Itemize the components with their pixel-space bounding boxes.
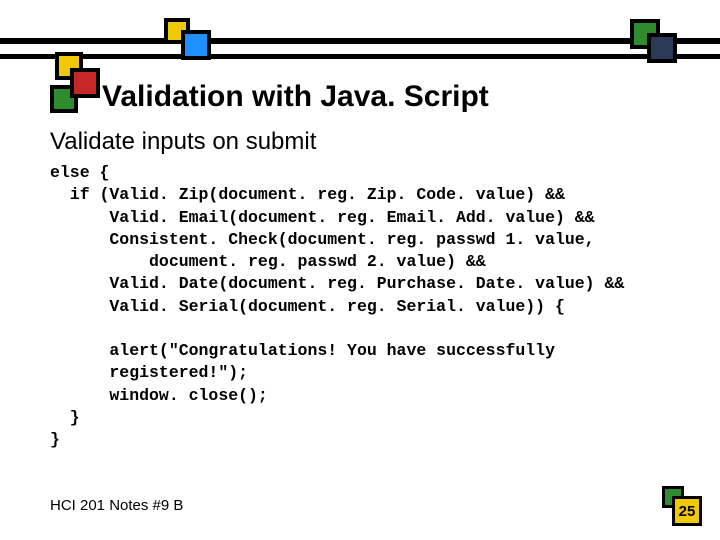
slide-subtitle: Validate inputs on submit bbox=[50, 128, 316, 156]
square-red-icon bbox=[70, 68, 100, 98]
page-number-box: 25 bbox=[672, 496, 702, 526]
square-dark-icon bbox=[647, 33, 677, 63]
footer-text: HCI 201 Notes #9 B bbox=[50, 497, 183, 514]
header-line-thin bbox=[0, 54, 720, 59]
slide-title: Validation with Java. Script bbox=[102, 80, 489, 114]
code-block: else { if (Valid. Zip(document. reg. Zip… bbox=[50, 162, 680, 451]
header-line-thick bbox=[0, 38, 720, 44]
page-number-decoration: 25 bbox=[662, 486, 702, 526]
square-blue-icon bbox=[181, 30, 211, 60]
page-number: 25 bbox=[679, 503, 696, 520]
